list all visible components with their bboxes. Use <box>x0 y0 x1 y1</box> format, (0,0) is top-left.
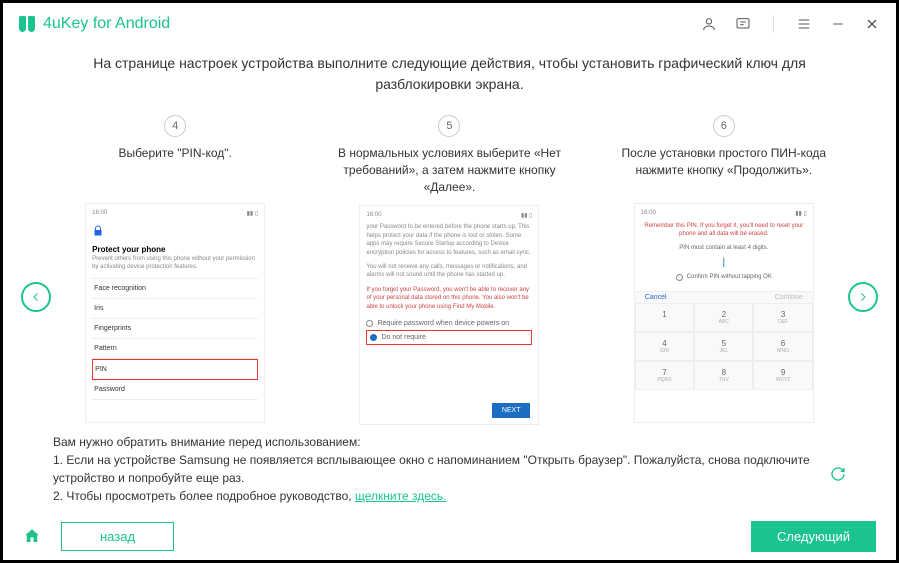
step-4: 4 Выберите "PIN-код". 16:00▮▮ ▯ Protect … <box>53 115 297 425</box>
content: На странице настроек устройства выполнит… <box>3 45 896 425</box>
home-icon[interactable] <box>23 527 41 545</box>
notes-line-2: 2. Чтобы просмотреть более подробное рук… <box>53 487 846 505</box>
step-number: 5 <box>438 115 460 137</box>
refresh-icon[interactable] <box>830 466 846 482</box>
phone-mock-6: 16:00▮▮ ▯ Remember this PIN. If you forg… <box>634 203 814 423</box>
next-button[interactable]: Следующий <box>751 521 876 552</box>
step-5: 5 В нормальных условиях выберите «Нет тр… <box>327 115 571 425</box>
opt-iris: Iris <box>92 299 258 319</box>
step-6: 6 После установки простого ПИН-кода нажм… <box>602 115 846 425</box>
step-caption: В нормальных условиях выберите «Нет треб… <box>327 145 571 195</box>
guide-link[interactable]: щелкните здесь. <box>355 489 446 503</box>
steps-row: 4 Выберите "PIN-код". 16:00▮▮ ▯ Protect … <box>53 115 846 425</box>
step-number: 4 <box>164 115 186 137</box>
titlebar: 4uKey for Android <box>3 3 896 45</box>
step-caption: После установки простого ПИН-кода нажмит… <box>602 145 846 193</box>
user-icon[interactable] <box>701 16 717 32</box>
notes-section: Вам нужно обратить внимание перед исполь… <box>3 425 896 505</box>
phone-next-button: NEXT <box>492 403 531 418</box>
radio-require: Require password when device powers on <box>366 317 532 330</box>
menu-icon[interactable] <box>796 16 812 32</box>
prev-arrow-button[interactable] <box>21 282 51 312</box>
opt-fingerprints: Fingerprints <box>92 319 258 339</box>
notes-heading: Вам нужно обратить внимание перед исполь… <box>53 433 846 451</box>
footer: назад Следующий <box>3 512 896 560</box>
step-caption: Выберите "PIN-код". <box>118 145 231 193</box>
feedback-icon[interactable] <box>735 16 751 32</box>
lock-icon <box>92 225 104 237</box>
radio-not-require: Do not require <box>366 330 532 345</box>
step-number: 6 <box>713 115 735 137</box>
titlebar-right <box>701 15 880 33</box>
next-arrow-button[interactable] <box>848 282 878 312</box>
opt-face: Face recognition <box>92 279 258 299</box>
notes-line-1: 1. Если на устройстве Samsung не появляе… <box>53 451 846 487</box>
opt-pin: PIN <box>92 359 258 380</box>
minimize-icon[interactable] <box>830 16 846 32</box>
app-logo <box>19 16 35 32</box>
opt-password: Password <box>92 380 258 400</box>
phone-mock-4: 16:00▮▮ ▯ Protect your phone Prevent oth… <box>85 203 265 423</box>
instruction-text: На странице настроек устройства выполнит… <box>53 53 846 95</box>
app-title: 4uKey for Android <box>43 15 170 33</box>
phone-mock-5: 16:00▮▮ ▯ your Password to be entered be… <box>359 205 539 425</box>
close-icon[interactable] <box>864 16 880 32</box>
back-button[interactable]: назад <box>61 522 174 551</box>
titlebar-left: 4uKey for Android <box>19 15 170 33</box>
opt-pattern: Pattern <box>92 339 258 359</box>
